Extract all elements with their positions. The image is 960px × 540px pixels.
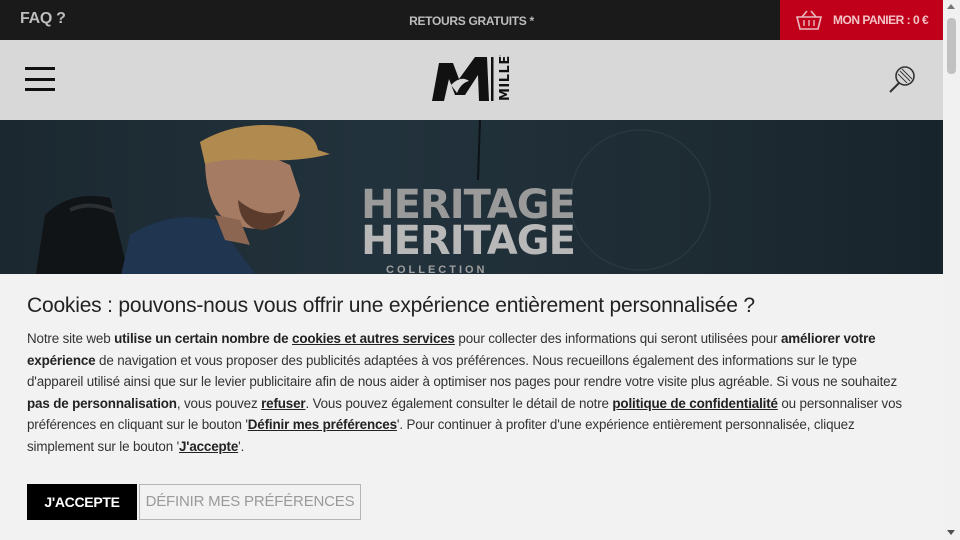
cookie-text-part: , vous pouvez (176, 395, 262, 411)
page-scrollbar[interactable] (943, 0, 960, 540)
cookie-text-part: de navigation et vous proposer des publi… (27, 352, 897, 390)
refuse-link[interactable]: refuser (261, 396, 306, 411)
hero-banner[interactable]: HERITAGE HERITAGE COLLECTION (0, 120, 943, 280)
cookie-consent-panel: Cookies : pouvons-nous vous offrir une e… (0, 274, 943, 540)
cookie-title: Cookies : pouvons-nous vous offrir une e… (27, 294, 755, 317)
logo-text: MILLET (498, 55, 513, 101)
accept-link[interactable]: J'accepte (179, 439, 238, 454)
hamburger-menu-icon[interactable] (25, 67, 55, 91)
cookie-text-part: pour collecter des informations qui sero… (454, 331, 781, 346)
basket-icon (796, 10, 822, 30)
scroll-thumb[interactable] (947, 18, 956, 74)
cookie-description: Notre site web utilise un certain nombre… (27, 328, 907, 458)
cookies-services-link[interactable]: cookies et autres services (292, 331, 455, 346)
cart-label: MON PANIER : 0 € (833, 13, 929, 27)
site-header: MILLET (0, 40, 943, 120)
define-preferences-link[interactable]: Définir mes préférences (248, 417, 397, 432)
hero-title: HERITAGE (361, 218, 576, 264)
cookie-text-part: Notre site web (27, 331, 115, 346)
accept-button[interactable]: J'ACCEPTE (27, 484, 137, 520)
cookie-text-bold: pas de personnalisation (27, 395, 177, 411)
scroll-up-arrow-icon[interactable] (947, 4, 955, 9)
cookie-text-bold: utilise un certain nombre de (114, 331, 293, 346)
define-preferences-button[interactable]: DÉFINIR MES PRÉFÉRENCES (139, 484, 361, 520)
cookie-text-part: '. (238, 438, 245, 454)
millet-logo[interactable]: MILLET (431, 55, 515, 105)
scroll-down-arrow-icon[interactable] (947, 530, 955, 535)
cart-button[interactable]: MON PANIER : 0 € (780, 0, 943, 40)
top-bar: FAQ ? RETOURS GRATUITS * MON PANIER : 0 … (0, 0, 943, 40)
cookie-text-part: . Vous pouvez également consulter le dét… (305, 395, 613, 411)
privacy-policy-link[interactable]: politique de confidentialité (612, 396, 778, 411)
search-icon[interactable] (887, 65, 917, 95)
